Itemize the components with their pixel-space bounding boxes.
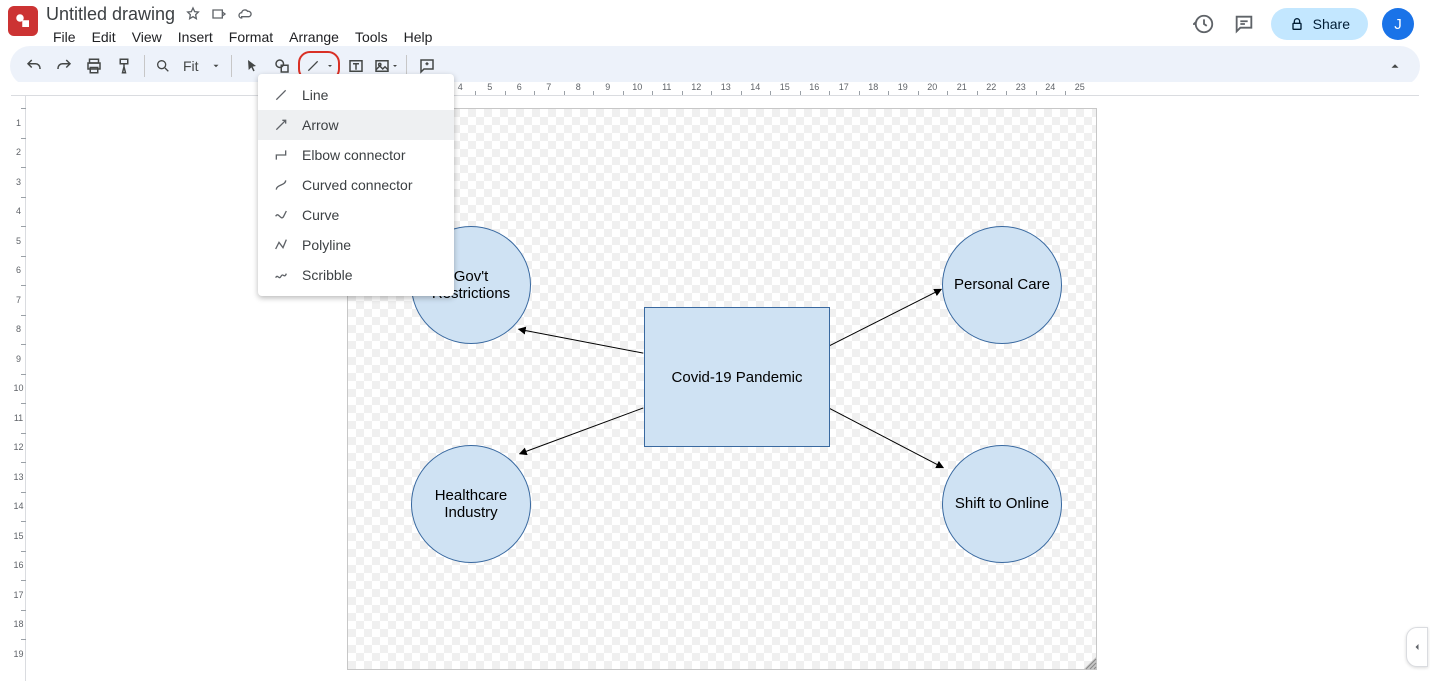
menu-view[interactable]: View <box>125 27 169 47</box>
line-menu-label: Elbow connector <box>302 147 406 163</box>
line-menu-dropdown: Line Arrow Elbow connector Curved connec… <box>258 74 454 296</box>
document-title[interactable]: Untitled drawing <box>46 4 175 25</box>
collapse-toolbar[interactable] <box>1382 53 1408 79</box>
shape-center-rect[interactable]: Covid-19 Pandemic <box>644 307 830 447</box>
menu-help[interactable]: Help <box>397 27 440 47</box>
header: Untitled drawing File Edit View Insert F… <box>0 0 1430 42</box>
line-menu-scribble[interactable]: Scribble <box>258 260 454 290</box>
shape-text: Personal Care <box>954 276 1050 293</box>
line-menu-label: Polyline <box>302 237 351 253</box>
title-block: Untitled drawing File Edit View Insert F… <box>46 4 1191 48</box>
shape-healthcare-circle[interactable]: Healthcare Industry <box>411 445 531 563</box>
shape-text: Covid-19 Pandemic <box>672 369 803 386</box>
separator <box>231 55 232 77</box>
drawing-page[interactable]: Covid-19 Pandemic Gov't Restrictions Hea… <box>347 108 1097 670</box>
paint-format-button[interactable] <box>110 52 138 80</box>
share-button[interactable]: Share <box>1271 8 1368 40</box>
curve-icon <box>272 206 290 224</box>
print-button[interactable] <box>80 52 108 80</box>
undo-button[interactable] <box>20 52 48 80</box>
line-menu-label: Line <box>302 87 328 103</box>
line-menu-elbow[interactable]: Elbow connector <box>258 140 454 170</box>
lock-icon <box>1289 16 1305 32</box>
menu-format[interactable]: Format <box>222 27 280 47</box>
history-icon[interactable] <box>1191 11 1217 37</box>
shape-text: Healthcare Industry <box>418 487 524 522</box>
zoom-label: Fit <box>177 58 205 74</box>
chevron-down-icon <box>211 61 221 71</box>
chevron-down-icon <box>391 62 399 70</box>
app-logo[interactable] <box>8 6 38 36</box>
line-menu-label: Curve <box>302 207 339 223</box>
comments-icon[interactable] <box>1231 11 1257 37</box>
star-icon[interactable] <box>185 6 201 22</box>
shape-shift-circle[interactable]: Shift to Online <box>942 445 1062 563</box>
arrow-icon <box>272 116 290 134</box>
share-label: Share <box>1313 16 1350 32</box>
cloud-icon[interactable] <box>237 6 253 22</box>
toolbar: Fit <box>10 46 1420 86</box>
redo-button[interactable] <box>50 52 78 80</box>
zoom-icon <box>155 58 171 74</box>
menu-file[interactable]: File <box>46 27 83 47</box>
line-menu-polyline[interactable]: Polyline <box>258 230 454 260</box>
menu-arrange[interactable]: Arrange <box>282 27 346 47</box>
header-right: Share J <box>1191 4 1422 40</box>
chevron-left-icon <box>1411 641 1423 653</box>
line-menu-label: Scribble <box>302 267 353 283</box>
line-menu-label: Curved connector <box>302 177 413 193</box>
page-resize-handle[interactable] <box>1083 656 1097 670</box>
canvas-area[interactable]: Covid-19 Pandemic Gov't Restrictions Hea… <box>27 96 1419 681</box>
line-menu-arrow[interactable]: Arrow <box>258 110 454 140</box>
drawings-logo-icon <box>14 12 32 30</box>
line-tool-dropdown[interactable] <box>324 62 336 70</box>
line-menu-label: Arrow <box>302 117 339 133</box>
zoom-control[interactable]: Fit <box>151 58 225 74</box>
elbow-icon <box>272 146 290 164</box>
shape-text: Shift to Online <box>955 495 1049 512</box>
side-panel-toggle[interactable] <box>1406 627 1428 667</box>
vertical-ruler: 12345678910111213141516171819 <box>11 96 26 681</box>
menu-bar: File Edit View Insert Format Arrange Too… <box>46 26 1191 48</box>
menu-edit[interactable]: Edit <box>85 27 123 47</box>
line-icon <box>272 86 290 104</box>
line-menu-curve[interactable]: Curve <box>258 200 454 230</box>
line-menu-line[interactable]: Line <box>258 80 454 110</box>
separator <box>144 55 145 77</box>
curved-connector-icon <box>272 176 290 194</box>
move-icon[interactable] <box>211 6 227 22</box>
menu-insert[interactable]: Insert <box>171 27 220 47</box>
polyline-icon <box>272 236 290 254</box>
avatar[interactable]: J <box>1382 8 1414 40</box>
menu-tools[interactable]: Tools <box>348 27 395 47</box>
scribble-icon <box>272 266 290 284</box>
horizontal-ruler: 1234567891011121314151617181920212223242… <box>11 82 1419 96</box>
line-menu-curved[interactable]: Curved connector <box>258 170 454 200</box>
shape-personal-circle[interactable]: Personal Care <box>942 226 1062 344</box>
